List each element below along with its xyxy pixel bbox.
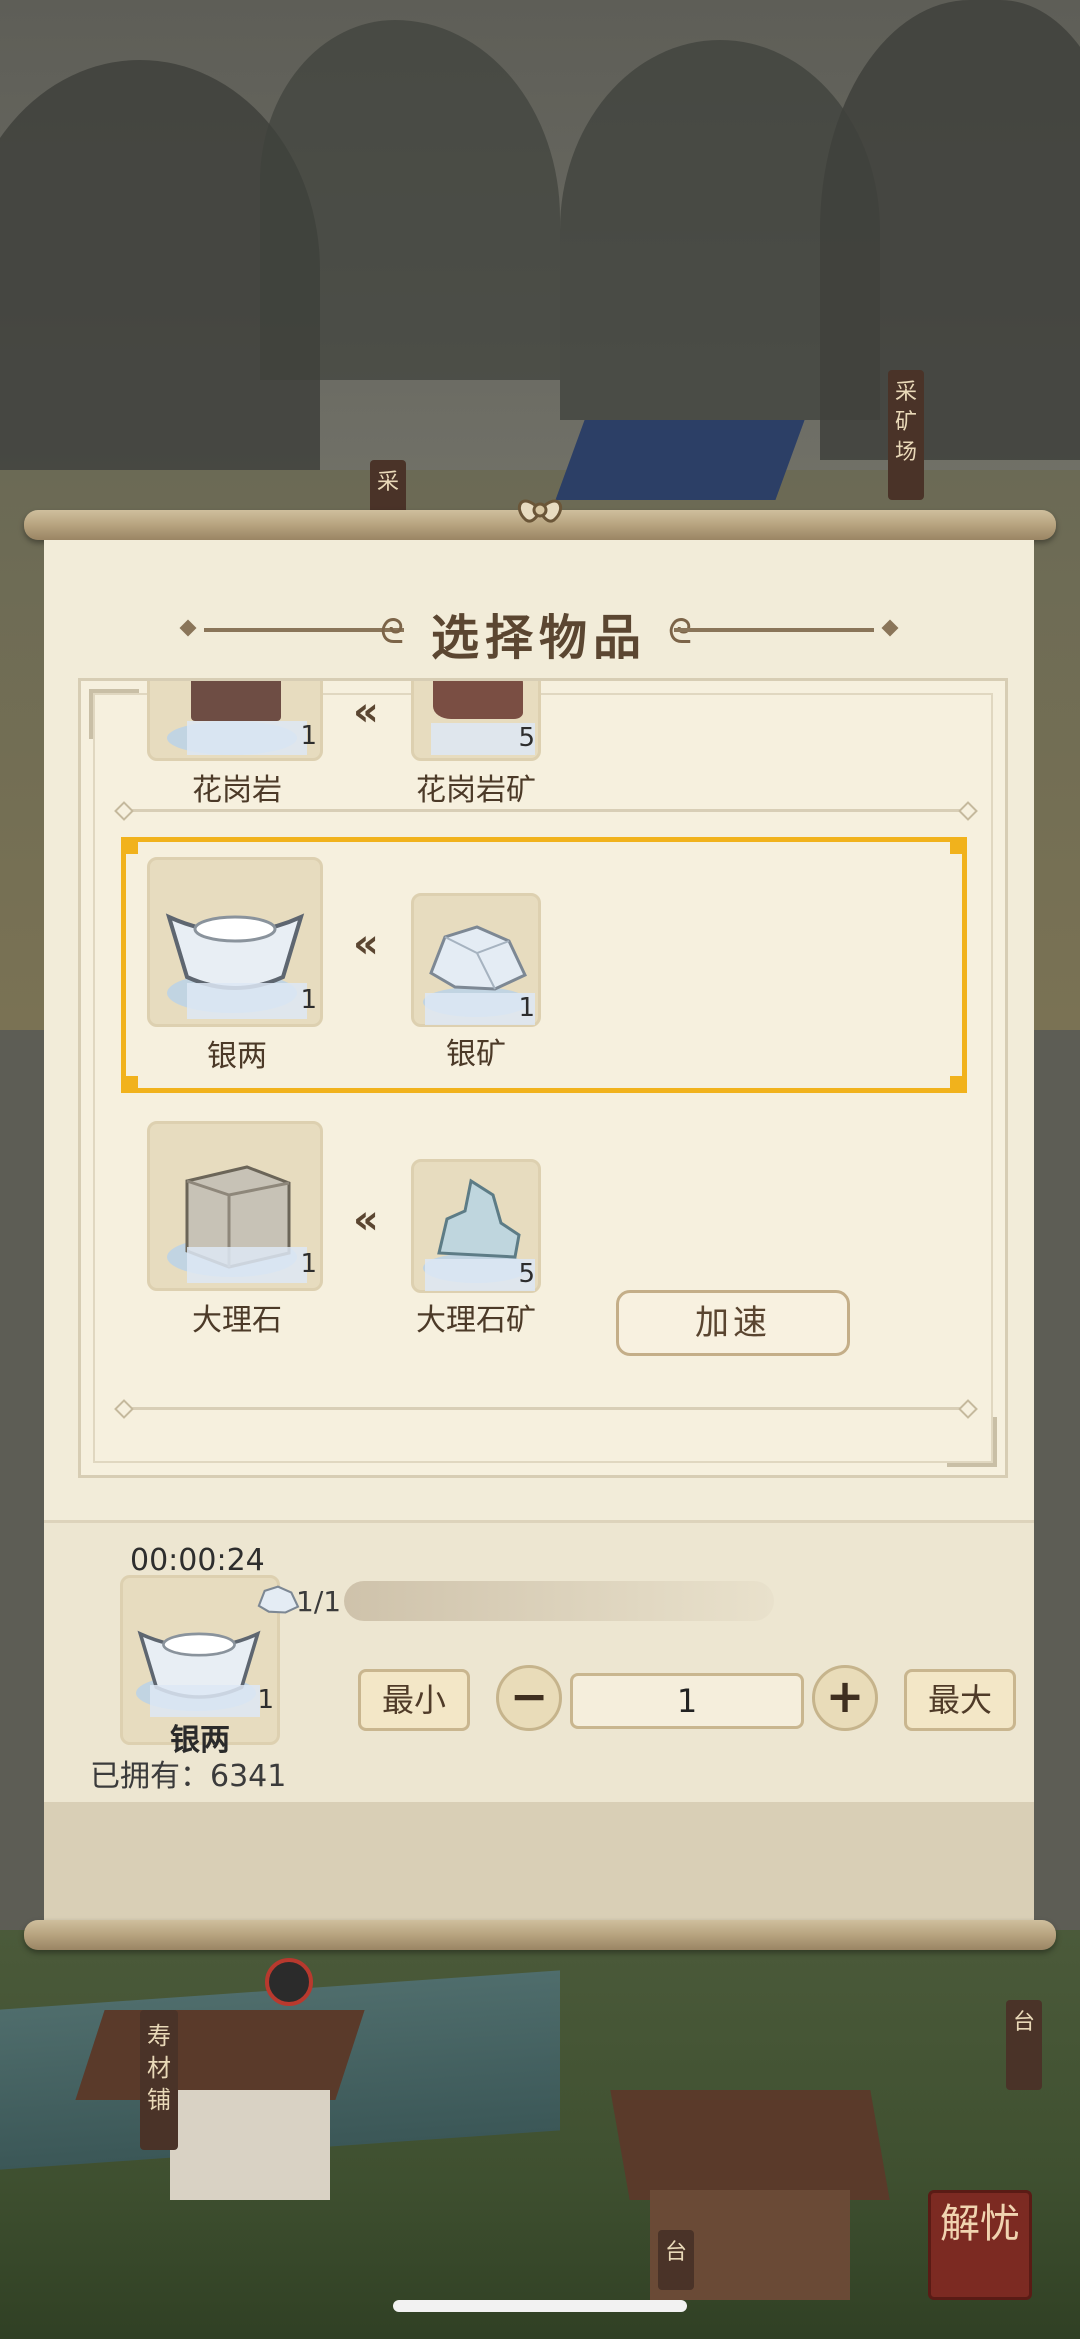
item-count: 1 [300, 721, 317, 751]
quantity-input[interactable]: 1 [570, 1673, 804, 1729]
dialog-footer [44, 1802, 1034, 1920]
dialog-title: 选择物品 [430, 610, 647, 666]
marble-ore-icon [437, 1178, 521, 1259]
corner-ornament-icon [947, 1417, 997, 1467]
pavilion-roof [610, 2090, 890, 2200]
requirement-bar [344, 1581, 774, 1621]
item-count: 1 [257, 1685, 274, 1715]
scroll-knot-icon [517, 499, 563, 523]
granite-block-icon [191, 681, 281, 721]
item-name: 银两 [207, 1039, 267, 1074]
count-background [187, 1247, 307, 1283]
speed-up-button[interactable]: 加速 [616, 1290, 850, 1356]
production-panel: 00:00:24 1 银两 已拥有：6341 1/1 最小 − 1 + 最大 [44, 1520, 1034, 1803]
frame-corner [122, 1076, 138, 1092]
owned-count: 已拥有：6341 [90, 1759, 287, 1794]
home-indicator[interactable] [393, 2300, 687, 2312]
arrow-left-icon: « [353, 689, 379, 735]
row-separator [131, 809, 961, 812]
arrow-left-icon: « [353, 1197, 379, 1243]
max-button[interactable]: 最大 [904, 1669, 1016, 1731]
item-count: 5 [518, 1259, 535, 1289]
count-background [187, 983, 307, 1019]
item-name: 银矿 [446, 1037, 506, 1072]
frame-corner [950, 1076, 966, 1092]
shop-roof [75, 2010, 365, 2100]
minus-button[interactable]: − [496, 1665, 562, 1731]
dialog-header: ᘓ 选择物品 ᘓ [44, 594, 1034, 666]
item-name: 花岗岩矿 [416, 773, 536, 808]
recipe-row-selected[interactable]: 1 银两 « 1 银矿 [81, 837, 1005, 1097]
item-name: 花岗岩 [192, 773, 282, 808]
scroll-rod-bottom [24, 1920, 1056, 1950]
recipe-row[interactable]: 1 花岗岩 « 5 花岗岩矿 [81, 681, 1005, 808]
recipe-row[interactable]: 1 大理石 « 5 大理石矿 [81, 1121, 1005, 1381]
building-roof [555, 420, 805, 500]
silver-ore-icon [429, 925, 527, 991]
coffin-shop-sign[interactable]: 寿材铺 [140, 2010, 178, 2150]
item-count: 1 [300, 985, 317, 1015]
plus-button[interactable]: + [812, 1665, 878, 1731]
ornament-line [674, 628, 874, 632]
requirement-text: 1/1 [296, 1585, 342, 1618]
ornament-curl-icon: ᘓ [668, 612, 692, 652]
item-count: 5 [518, 723, 535, 753]
frame-corner [122, 838, 138, 854]
recipe-list[interactable]: 1 花岗岩 « 5 花岗岩矿 1 银两 « 1 银矿 1 大理石 « 5 大理石… [78, 678, 1008, 1478]
shop-wall [170, 2090, 330, 2200]
pavilion-sign: 台 [658, 2230, 694, 2290]
silver-ore-icon [257, 1585, 300, 1614]
granite-ore-icon [433, 681, 523, 719]
item-count: 1 [300, 1249, 317, 1279]
select-item-dialog: ᘓ 选择物品 ᘓ 1 花岗岩 « 5 花岗岩矿 1 银两 « 1 银矿 1 大理… [44, 540, 1034, 1920]
production-timer: 00:00:24 [130, 1543, 265, 1578]
map-marker-icon[interactable] [265, 1958, 313, 2006]
mine-sign-right: 采矿场 [888, 370, 924, 500]
frame-corner [950, 838, 966, 854]
seal-logo[interactable]: 解忧 [928, 2190, 1032, 2300]
min-button[interactable]: 最小 [358, 1669, 470, 1731]
arrow-left-icon: « [353, 921, 379, 967]
item-count: 1 [518, 993, 535, 1023]
row-separator [131, 1407, 961, 1410]
tower-sign: 台 [1006, 2000, 1042, 2090]
count-background [150, 1685, 260, 1717]
count-background [187, 721, 307, 755]
item-name: 大理石 [192, 1303, 282, 1338]
item-name: 大理石矿 [416, 1303, 536, 1338]
